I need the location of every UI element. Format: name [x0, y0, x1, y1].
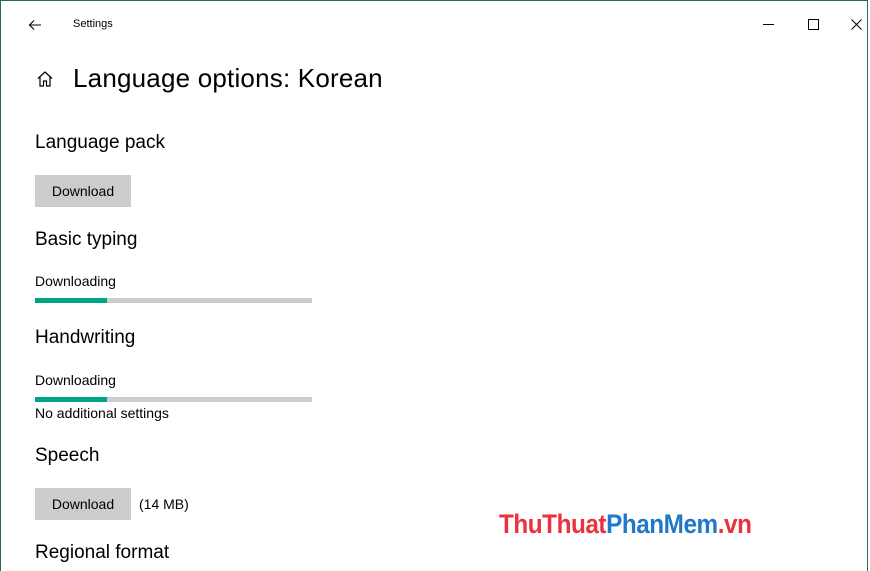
- minimize-button[interactable]: [751, 9, 785, 39]
- basic-typing-heading: Basic typing: [35, 229, 138, 250]
- handwriting-heading: Handwriting: [35, 327, 136, 348]
- title-bar: Settings: [1, 1, 867, 47]
- page-header: Language options: Korean: [35, 63, 383, 94]
- watermark-part-2: PhanMem: [606, 509, 718, 539]
- language-pack-heading: Language pack: [35, 132, 165, 153]
- back-arrow-icon: [28, 20, 41, 30]
- basic-typing-progress-bar: [35, 298, 312, 303]
- handwriting-status: Downloading: [35, 372, 116, 388]
- basic-typing-status: Downloading: [35, 273, 116, 289]
- maximize-button[interactable]: [796, 9, 830, 39]
- speech-heading: Speech: [35, 445, 100, 466]
- speech-download-button[interactable]: Download: [35, 488, 131, 520]
- close-icon: [850, 18, 862, 30]
- speech-size-label: (14 MB): [139, 496, 189, 512]
- watermark-part-1: ThuThuat: [499, 509, 607, 539]
- regional-format-heading: Regional format: [35, 542, 170, 563]
- handwriting-progress-fill: [35, 397, 108, 402]
- settings-window: Settings Language options: Korean Langua…: [0, 0, 868, 571]
- home-icon[interactable]: [35, 69, 55, 89]
- handwriting-progress-bar: [35, 397, 312, 402]
- watermark-logo: ThuThuatPhanMem.vn: [499, 509, 752, 540]
- basic-typing-progress-fill: [35, 298, 108, 303]
- back-button[interactable]: [21, 11, 49, 39]
- app-title: Settings: [73, 18, 113, 30]
- close-button[interactable]: [839, 9, 870, 39]
- page-title: Language options: Korean: [73, 63, 383, 93]
- handwriting-note: No additional settings: [35, 405, 169, 421]
- language-pack-download-button[interactable]: Download: [35, 175, 131, 207]
- maximize-icon: [807, 18, 819, 30]
- watermark-part-3: .vn: [717, 509, 752, 539]
- minimize-icon: [762, 23, 774, 25]
